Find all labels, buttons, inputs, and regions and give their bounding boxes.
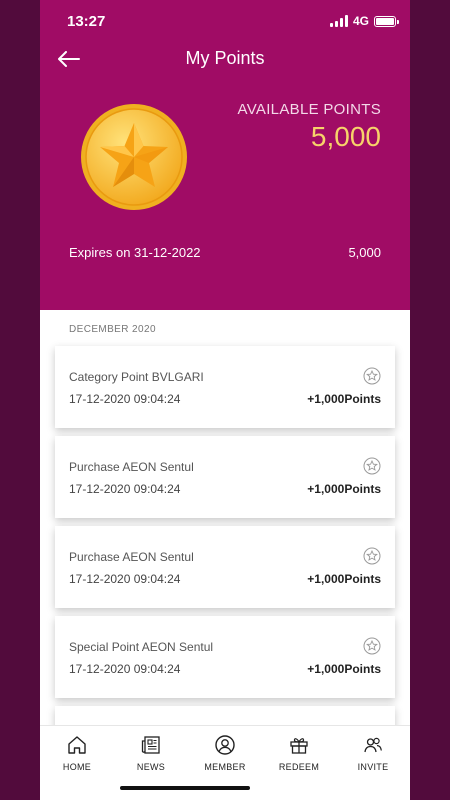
home-indicator[interactable] xyxy=(120,786,250,790)
points-header: 13:27 4G My Points AVAILABLE POINTS 5,00… xyxy=(40,0,410,310)
tab-label: HOME xyxy=(62,762,92,772)
tab-member[interactable]: MEMBER xyxy=(188,734,262,772)
star-badge-icon xyxy=(363,457,381,475)
history-item-name: Purchase AEON Sentul xyxy=(69,550,194,564)
status-time: 13:27 xyxy=(67,13,106,30)
history-item[interactable]: Purchase AEON Sentul 17-12-2020 09:04:24… xyxy=(55,436,395,518)
history-item-name: Special Point AEON Sentul xyxy=(69,640,214,654)
available-points-value: 5,000 xyxy=(310,121,381,152)
tab-label: REDEEM xyxy=(278,762,320,772)
history-item-name: Category Point BVLGARI xyxy=(69,370,204,384)
tab-label: NEWS xyxy=(136,762,166,772)
month-heading: DECEMBER 2020 xyxy=(69,324,156,335)
tab-news[interactable]: NEWS xyxy=(114,734,188,772)
status-indicators: 4G xyxy=(329,14,399,28)
signal-icon xyxy=(329,15,348,27)
battery-icon xyxy=(374,15,399,27)
history-item[interactable]: Purchase AEON Sentul 17-12-2020 09:04:24… xyxy=(55,526,395,608)
history-item-partial[interactable] xyxy=(55,706,395,725)
app-screen: 13:27 4G My Points AVAILABLE POINTS 5,00… xyxy=(40,0,410,800)
history-item-date: 17-12-2020 09:04:24 xyxy=(69,572,181,586)
history-item-points: +1,000Points xyxy=(307,572,381,586)
history-item-points: +1,000Points xyxy=(307,482,381,496)
invite-icon xyxy=(364,737,382,753)
star-badge-icon xyxy=(363,367,381,385)
history-item-name: Purchase AEON Sentul xyxy=(69,460,194,474)
tab-home[interactable]: HOME xyxy=(40,734,114,772)
tab-redeem[interactable]: REDEEM xyxy=(262,734,336,772)
history-item-points: +1,000Points xyxy=(307,662,381,676)
history-item[interactable]: Special Point AEON Sentul 17-12-2020 09:… xyxy=(55,616,395,698)
history-item-points: +1,000Points xyxy=(307,392,381,406)
tab-label: INVITE xyxy=(357,762,389,772)
page-title: My Points xyxy=(185,48,265,68)
points-history-list[interactable]: DECEMBER 2020 Category Point BVLGARI 17-… xyxy=(40,310,410,725)
history-item-date: 17-12-2020 09:04:24 xyxy=(69,392,181,406)
available-points-label: AVAILABLE POINTS xyxy=(237,101,381,118)
tab-invite[interactable]: INVITE xyxy=(336,734,410,772)
history-item-date: 17-12-2020 09:04:24 xyxy=(69,662,181,676)
network-type: 4G xyxy=(352,14,369,28)
news-icon xyxy=(141,736,160,754)
home-icon xyxy=(68,736,86,754)
tab-label: MEMBER xyxy=(204,762,246,772)
history-item[interactable]: Category Point BVLGARI 17-12-2020 09:04:… xyxy=(55,346,395,428)
star-badge-icon xyxy=(363,637,381,655)
history-item-date: 17-12-2020 09:04:24 xyxy=(69,482,181,496)
expiry-text: Expires on 31-12-2022 xyxy=(69,245,201,260)
expiry-points: 5,000 xyxy=(348,245,381,260)
member-icon xyxy=(215,735,235,755)
gift-icon xyxy=(290,738,308,754)
coin-star-icon xyxy=(81,104,187,210)
status-bar: 13:27 4G xyxy=(40,0,410,44)
star-badge-icon xyxy=(363,547,381,565)
